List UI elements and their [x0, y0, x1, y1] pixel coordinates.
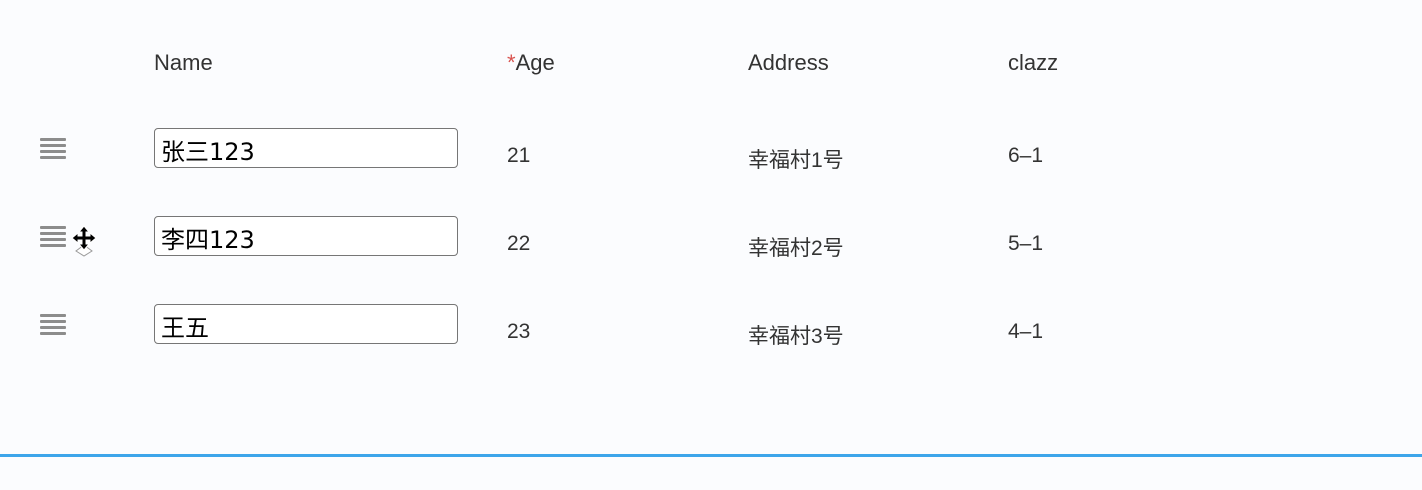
name-input[interactable]: [154, 128, 458, 168]
address-cell: 幸福村2号: [748, 237, 844, 260]
age-cell: 23: [507, 320, 531, 343]
table-row[interactable]: 22 幸福村2号 5–1: [0, 216, 1422, 276]
age-cell: 22: [507, 232, 531, 255]
age-cell: 21: [507, 144, 531, 167]
draggable-table: Name *Age Address clazz 21 幸福村1号 6–1 22 …: [0, 0, 1422, 455]
header-name: Name: [154, 50, 213, 75]
address-cell: 幸福村3号: [748, 325, 844, 348]
header-age: *Age: [507, 50, 555, 76]
header-clazz: clazz: [1008, 50, 1059, 75]
drag-handle-icon[interactable]: [40, 138, 68, 164]
drag-handle-icon[interactable]: [40, 226, 68, 252]
clazz-cell: 4–1: [1008, 320, 1044, 343]
header-address: Address: [748, 50, 829, 75]
table-row[interactable]: 23 幸福村3号 4–1: [0, 304, 1422, 364]
table-row[interactable]: 21 幸福村1号 6–1: [0, 128, 1422, 188]
bottom-border: [0, 454, 1422, 457]
name-input[interactable]: [154, 304, 458, 344]
header-age-label: Age: [515, 50, 555, 75]
name-input[interactable]: [154, 216, 458, 256]
table-header: Name *Age Address clazz: [0, 50, 1422, 80]
clazz-cell: 6–1: [1008, 144, 1044, 167]
drag-handle-icon[interactable]: [40, 314, 68, 340]
clazz-cell: 5–1: [1008, 232, 1044, 255]
address-cell: 幸福村1号: [748, 149, 844, 172]
required-mark: *: [507, 50, 516, 75]
